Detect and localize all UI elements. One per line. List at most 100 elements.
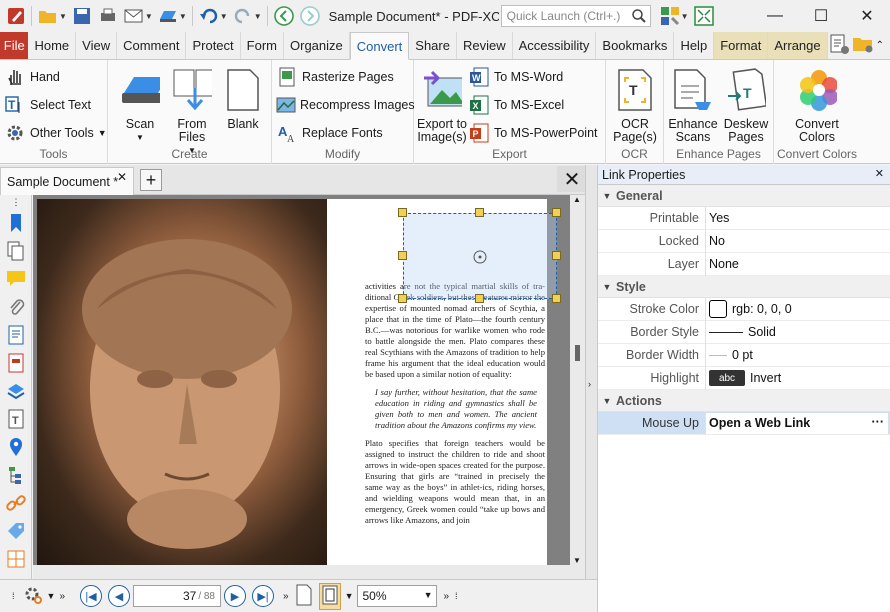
undo-icon[interactable] bbox=[198, 5, 220, 27]
tab-arrange[interactable]: Arrange bbox=[768, 32, 828, 59]
collapse-panel-icon[interactable]: › bbox=[588, 379, 591, 389]
close-window-icon[interactable]: ✕ bbox=[844, 0, 890, 32]
tag-label-icon[interactable] bbox=[0, 517, 32, 545]
tab-bookmarks[interactable]: Bookmarks bbox=[596, 32, 675, 59]
color-swatch[interactable] bbox=[709, 300, 727, 318]
more-options-icon[interactable]: » bbox=[443, 591, 449, 602]
close-document-icon[interactable]: ✕ bbox=[557, 166, 587, 192]
property-mouse-up[interactable]: Mouse Up Open a Web Link ··· bbox=[598, 411, 890, 435]
scroll-thumb[interactable] bbox=[575, 345, 580, 361]
from-files-button[interactable]: From Files ▼ bbox=[166, 68, 218, 157]
property-stroke-color[interactable]: Stroke Color rgb: 0, 0, 0 bbox=[598, 297, 890, 321]
replace-fonts-button[interactable]: AA Replace Fonts bbox=[272, 119, 413, 147]
thumbnails-icon[interactable] bbox=[0, 237, 32, 265]
property-highlight[interactable]: Highlight abc Invert bbox=[598, 366, 890, 390]
minimize-icon[interactable]: — bbox=[752, 0, 798, 32]
tab-review[interactable]: Review bbox=[457, 32, 513, 59]
chevron-down-icon[interactable]: ▼ bbox=[47, 591, 56, 601]
property-border-width[interactable]: Border Width 0 pt bbox=[598, 343, 890, 367]
property-printable[interactable]: Printable Yes bbox=[598, 206, 890, 230]
section-style[interactable]: ▼ Style bbox=[598, 276, 890, 298]
scanner-icon[interactable] bbox=[157, 5, 179, 27]
property-layer[interactable]: Layer None bbox=[598, 252, 890, 276]
chevron-down-icon[interactable]: ▼ bbox=[345, 591, 354, 601]
to-ms-excel-button[interactable]: X To MS-Excel bbox=[464, 91, 598, 119]
destinations-icon[interactable] bbox=[0, 433, 32, 461]
tab-organize[interactable]: Organize bbox=[284, 32, 350, 59]
recompress-images-button[interactable]: Recompress Images bbox=[272, 91, 415, 119]
rasterize-pages-button[interactable]: Rasterize Pages bbox=[272, 63, 413, 91]
settings-gear-icon[interactable] bbox=[23, 585, 43, 608]
quick-launch-input[interactable]: Quick Launch (Ctrl+.) bbox=[500, 5, 651, 27]
tab-help[interactable]: Help bbox=[674, 32, 715, 59]
folder-settings-icon[interactable] bbox=[852, 33, 874, 58]
resize-handle[interactable] bbox=[475, 208, 484, 217]
hand-tool-button[interactable]: Hand bbox=[0, 63, 107, 91]
open-folder-icon[interactable] bbox=[37, 5, 59, 27]
resize-handle[interactable] bbox=[552, 294, 561, 303]
collapse-sidebar-icon[interactable]: ⋮ bbox=[0, 195, 32, 209]
layers-icon[interactable] bbox=[0, 377, 32, 405]
save-icon[interactable] bbox=[71, 5, 93, 27]
close-tab-icon[interactable]: ✕ bbox=[117, 170, 127, 184]
tab-home[interactable]: Home bbox=[28, 32, 77, 59]
document-properties-icon[interactable] bbox=[828, 33, 850, 58]
deskew-pages-button[interactable]: T Deskew Pages bbox=[720, 68, 772, 144]
fields-icon[interactable] bbox=[0, 349, 32, 377]
document-tab[interactable]: Sample Document * ✕ bbox=[0, 167, 134, 195]
customize-toolbar-icon[interactable] bbox=[659, 5, 681, 27]
fit-page-view-icon[interactable] bbox=[318, 582, 341, 610]
tab-view[interactable]: View bbox=[76, 32, 118, 59]
tab-format[interactable]: Format bbox=[714, 32, 769, 59]
to-ms-powerpoint-button[interactable]: P To MS-PowerPoint bbox=[464, 119, 598, 147]
fullscreen-icon[interactable] bbox=[693, 5, 715, 27]
tab-comment[interactable]: Comment bbox=[117, 32, 187, 59]
more-options-icon[interactable]: » bbox=[59, 591, 65, 602]
new-tab-button[interactable]: + bbox=[140, 169, 162, 191]
select-text-button[interactable]: T Select Text bbox=[0, 91, 107, 119]
page-number-input[interactable]: 37 / 88 bbox=[133, 585, 221, 607]
file-menu[interactable]: File bbox=[0, 32, 29, 59]
links-icon[interactable] bbox=[0, 489, 32, 517]
scan-button[interactable]: Scan ▼ bbox=[112, 68, 168, 144]
resize-handle[interactable] bbox=[398, 294, 407, 303]
enhance-scans-button[interactable]: Enhance Scans bbox=[666, 68, 720, 144]
horizontal-scrollbar[interactable] bbox=[33, 565, 585, 579]
blank-button[interactable]: Blank bbox=[220, 68, 266, 131]
resize-handle[interactable] bbox=[398, 251, 407, 260]
first-page-button[interactable]: |◀ bbox=[80, 585, 102, 607]
other-tools-button[interactable]: Other Tools ▼ bbox=[0, 119, 107, 147]
previous-page-button[interactable]: ◀ bbox=[108, 585, 130, 607]
close-panel-icon[interactable]: ✕ bbox=[875, 167, 884, 180]
resize-handle[interactable] bbox=[552, 251, 561, 260]
forward-icon[interactable] bbox=[299, 5, 321, 27]
attachments-icon[interactable] bbox=[0, 293, 32, 321]
content-icon[interactable] bbox=[0, 321, 32, 349]
section-general[interactable]: ▼ General bbox=[598, 185, 890, 207]
last-page-button[interactable]: ▶| bbox=[252, 585, 274, 607]
section-actions[interactable]: ▼ Actions bbox=[598, 390, 890, 412]
page-layout-icon[interactable] bbox=[0, 545, 32, 573]
more-options-icon[interactable]: » bbox=[283, 591, 289, 602]
single-page-view-icon[interactable] bbox=[295, 584, 313, 609]
scroll-down-icon[interactable]: ▼ bbox=[573, 556, 581, 565]
tab-form[interactable]: Form bbox=[241, 32, 284, 59]
structure-tree-icon[interactable] bbox=[0, 461, 32, 489]
resize-handle[interactable] bbox=[475, 294, 484, 303]
comments-icon[interactable] bbox=[0, 265, 32, 293]
to-ms-word-button[interactable]: W To MS-Word bbox=[464, 63, 598, 91]
maximize-icon[interactable]: ☐ bbox=[798, 0, 844, 32]
bookmarks-icon[interactable] bbox=[0, 209, 32, 237]
vertical-scrollbar[interactable]: ▲ ▼ bbox=[570, 195, 585, 565]
more-options-icon[interactable]: ··· bbox=[872, 415, 885, 429]
link-annotation-selection[interactable] bbox=[403, 213, 557, 299]
collapse-ribbon-icon[interactable]: ⌃ bbox=[876, 40, 884, 51]
back-icon[interactable] bbox=[273, 5, 295, 27]
resize-handle[interactable] bbox=[398, 208, 407, 217]
tab-share[interactable]: Share bbox=[409, 32, 457, 59]
resize-handle[interactable] bbox=[552, 208, 561, 217]
tab-accessibility[interactable]: Accessibility bbox=[513, 32, 597, 59]
tab-protect[interactable]: Protect bbox=[186, 32, 241, 59]
tags-icon[interactable]: T bbox=[0, 405, 32, 433]
property-border-style[interactable]: Border Style Solid bbox=[598, 320, 890, 344]
